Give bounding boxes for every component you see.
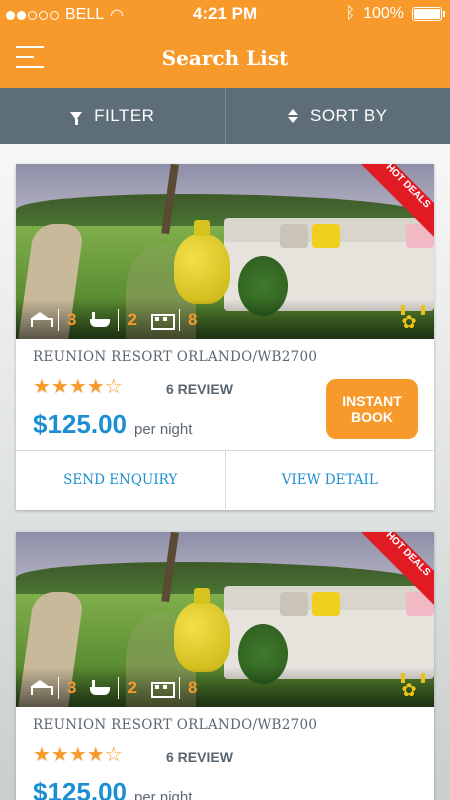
sort-button[interactable]: SORT BY [226,88,450,144]
bathrooms-count: 2 [127,678,137,697]
sort-icon [287,109,298,123]
sleeps-count: 8 [187,678,198,697]
bluetooth-icon: ᛒ [345,5,356,22]
app-header: Search List [0,28,450,88]
listing-name[interactable]: REUNION RESORT ORLANDO/WB2700 [33,349,317,365]
listing-photo[interactable]: HOT DEALS 3 2 8 [16,532,434,707]
star-rating: ★★★★☆ [33,744,123,766]
review-count[interactable]: 6 REVIEW [166,381,233,397]
listing-photo[interactable]: HOT DEALS 3 2 8 [16,164,434,339]
medal-icon [398,673,420,699]
filter-sort-bar: FILTER SORT BY [0,88,450,144]
house-icon [30,680,53,696]
bedrooms-count: 3 [67,310,77,329]
instant-book-button[interactable]: INSTANT BOOK [326,379,418,439]
instant-book-label: INSTANT BOOK [342,393,402,425]
filter-button[interactable]: FILTER [0,88,226,144]
medal-icon [398,305,420,331]
listing-card: HOT DEALS 3 2 8 REUNION RESORT ORLANDO/W… [16,532,434,800]
listing-name[interactable]: REUNION RESORT ORLANDO/WB2700 [33,717,317,733]
send-enquiry-button[interactable]: SEND ENQUIRY [16,451,226,509]
amenities: 3 2 8 [30,677,211,699]
price-unit: per night [134,789,193,800]
status-right: ᛒ 100% [345,5,445,23]
view-detail-button[interactable]: VIEW DETAIL [226,451,435,509]
listing-info: REUNION RESORT ORLANDO/WB2700 ★★★★☆ 6 RE… [16,707,434,800]
bed-icon [150,312,175,330]
review-count[interactable]: 6 REVIEW [166,749,233,765]
price: $125.00 [33,409,127,439]
sleeps-count: 8 [187,310,198,329]
card-actions: SEND ENQUIRY VIEW DETAIL [16,451,434,509]
filter-label: FILTER [94,106,155,125]
price-unit: per night [134,421,193,438]
amenities: 3 2 8 [30,309,211,331]
price: $125.00 [33,777,127,800]
bathrooms-count: 2 [127,310,137,329]
status-bar: BELL ◠ 4:21 PM ᛒ 100% [0,0,450,28]
battery-icon [412,7,445,21]
bedrooms-count: 3 [67,678,77,697]
bathtub-icon [90,312,111,328]
battery-percent: 100% [363,5,404,22]
house-icon [30,312,53,328]
listing-card: HOT DEALS 3 2 8 REUNION RESORT ORLANDO/W… [16,164,434,510]
bed-icon [150,680,175,698]
star-rating: ★★★★☆ [33,376,123,398]
sort-label: SORT BY [309,106,388,125]
page-title: Search List [161,46,289,70]
listing-info: REUNION RESORT ORLANDO/WB2700 ★★★★☆ 6 RE… [16,339,434,451]
bathtub-icon [90,680,111,696]
filter-icon [70,112,83,125]
